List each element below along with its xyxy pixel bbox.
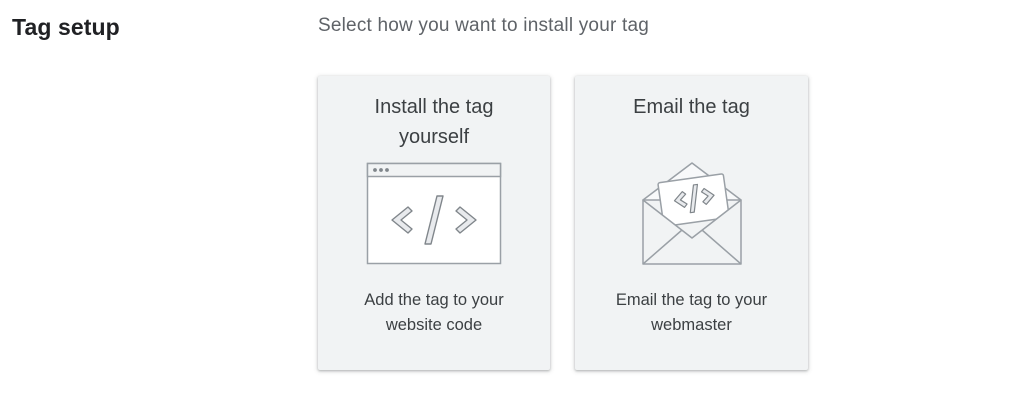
envelope-code-icon — [575, 158, 808, 270]
email-tag-title: Email the tag — [633, 96, 750, 118]
browser-code-icon — [318, 158, 550, 270]
email-tag-card[interactable]: Email the tag Email the tag to your webm… — [575, 76, 808, 370]
install-yourself-description: Add the tag to your website code — [364, 291, 504, 334]
tag-setup-page: Tag setup Select how you want to install… — [0, 0, 1024, 408]
install-yourself-card[interactable]: Install the tag yourself Add the tag to … — [318, 76, 550, 370]
install-yourself-title: Install the tag yourself — [374, 96, 494, 148]
section-title: Tag setup — [12, 14, 120, 40]
install-method-prompt: Select how you want to install your tag — [318, 15, 649, 36]
email-tag-description: Email the tag to your webmaster — [615, 291, 768, 334]
